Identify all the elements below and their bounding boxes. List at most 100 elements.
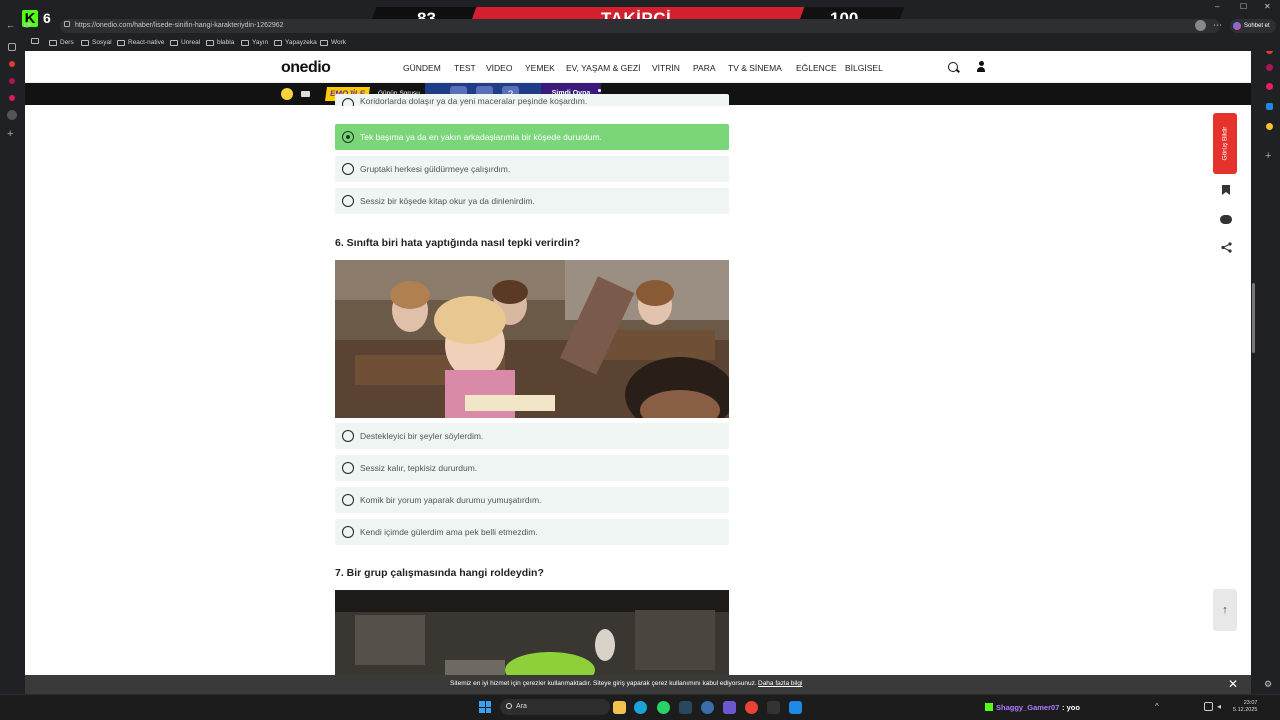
folder-icon xyxy=(170,40,178,46)
radio-icon xyxy=(342,430,354,442)
folder-icon xyxy=(206,40,214,46)
nav-item[interactable]: YEMEK xyxy=(525,63,555,73)
bookmark-folder[interactable]: Yapayzeka xyxy=(274,37,317,49)
kick-count: 6 xyxy=(43,10,51,26)
windows-start-icon[interactable] xyxy=(479,701,491,713)
nav-item[interactable]: GÜNDEM xyxy=(403,63,441,73)
nav-item[interactable]: TV & SİNEMA xyxy=(728,63,782,73)
nav-item[interactable]: VİTRİN xyxy=(652,63,680,73)
close-icon[interactable]: ✕ xyxy=(1228,676,1238,692)
radio-icon xyxy=(342,163,354,175)
cookie-text: Sitemiz en iyi hizmet için çerezler kull… xyxy=(450,680,757,687)
sidebar-app-icon[interactable] xyxy=(9,95,15,101)
kick-chat-icon xyxy=(985,703,993,711)
maximize-icon[interactable]: ☐ xyxy=(1240,2,1247,11)
ext-icon[interactable] xyxy=(1266,103,1273,110)
profile-avatar[interactable] xyxy=(1195,20,1206,31)
quiz-option[interactable]: Destekleyici bir şeyler söylerdim. xyxy=(335,423,729,449)
bookmark-folder[interactable]: blabla xyxy=(206,37,234,49)
folder-icon xyxy=(81,40,89,46)
bookmarks-menu-icon[interactable] xyxy=(31,38,39,44)
cookie-more-link[interactable]: Daha fazla bilgi xyxy=(758,678,802,690)
url-text[interactable]: https://onedio.com/haber/lisede-sinifin-… xyxy=(75,20,284,32)
sidebar-whatsapp-icon[interactable] xyxy=(7,110,17,120)
question-image xyxy=(335,260,729,418)
bookmark-folder[interactable]: Yayın xyxy=(241,37,268,49)
bookmark-folder[interactable]: Ders xyxy=(49,37,74,49)
scrollbar-thumb[interactable] xyxy=(1252,283,1255,353)
quiz-option[interactable]: Kendi içimde gülerdim ama pek belli etme… xyxy=(335,519,729,545)
game-icon xyxy=(301,91,310,97)
question-image xyxy=(335,590,729,675)
arrow-up-icon: ↑ xyxy=(1222,604,1228,616)
chat-message: : yoo xyxy=(1062,703,1080,712)
question-title: 7. Bir grup çalışmasında hangi roldeydin… xyxy=(335,567,544,579)
folder-icon xyxy=(49,40,57,46)
feedback-button[interactable]: Görüş Bildir xyxy=(1213,113,1237,174)
back-icon[interactable]: ← xyxy=(6,19,15,31)
bookmark-folder[interactable]: React-native xyxy=(117,37,165,49)
chat-button[interactable]: Sohbet et xyxy=(1230,19,1276,33)
radio-selected-icon xyxy=(342,131,354,143)
chrome-icon[interactable] xyxy=(745,701,758,714)
taskbar-search-label: Ara xyxy=(516,703,527,710)
menu-icon[interactable]: ⋯ xyxy=(1213,19,1222,31)
ext-icon[interactable] xyxy=(1266,123,1273,130)
search-icon xyxy=(506,703,512,709)
quiz-option[interactable]: Komik bir yorum yaparak durumu yumuşatır… xyxy=(335,487,729,513)
scroll-to-top-button[interactable]: ↑ xyxy=(1213,589,1237,631)
reload-icon[interactable]: ⟳ xyxy=(24,19,32,31)
nav-item[interactable]: EV, YAŞAM & GEZİ xyxy=(566,63,640,73)
radio-icon xyxy=(342,462,354,474)
ext-icon[interactable] xyxy=(1266,83,1273,90)
radio-icon xyxy=(342,526,354,538)
site-logo[interactable]: onedio xyxy=(281,59,331,77)
user-icon[interactable] xyxy=(977,61,985,73)
ext-icon[interactable] xyxy=(1266,64,1273,71)
browser-right-sidebar: + xyxy=(1251,35,1280,675)
nav-item[interactable]: PARA xyxy=(693,63,716,73)
nav-item[interactable]: EĞLENCE xyxy=(796,63,837,73)
strip-dot-icon xyxy=(598,89,601,92)
emoji-icon xyxy=(281,88,293,100)
sidebar-dot-icon[interactable] xyxy=(8,43,16,51)
app-icon[interactable] xyxy=(701,701,714,714)
share-icon[interactable] xyxy=(1215,236,1237,258)
sidebar-app-icon[interactable] xyxy=(9,61,15,67)
edge-icon[interactable] xyxy=(634,701,647,714)
quiz-option[interactable]: Koridorlarda dolaşır ya da yeni macerala… xyxy=(335,94,729,106)
sidebar-add-icon[interactable]: + xyxy=(7,129,13,140)
wifi-icon[interactable] xyxy=(1204,702,1213,711)
radio-icon xyxy=(342,494,354,506)
chat-username: Shaggy_Gamer07 xyxy=(996,703,1060,712)
radio-icon xyxy=(342,98,354,106)
bookmark-folder[interactable]: Unreal xyxy=(170,37,200,49)
quiz-option[interactable]: Sessiz bir köşede kitap okur ya da dinle… xyxy=(335,188,729,214)
quiz-option[interactable]: Sessiz kalır, tepkisiz dururdum. xyxy=(335,455,729,481)
close-window-icon[interactable]: ✕ xyxy=(1264,2,1271,11)
volume-icon[interactable]: ◂ xyxy=(1217,702,1221,712)
file-explorer-icon[interactable] xyxy=(613,701,626,714)
nav-item[interactable]: VİDEO xyxy=(486,63,512,73)
add-icon[interactable]: + xyxy=(1265,151,1271,162)
steam-icon[interactable] xyxy=(679,701,692,714)
discord-icon[interactable] xyxy=(723,701,736,714)
settings-icon[interactable]: ⚙ xyxy=(1264,679,1272,689)
browser-sidebar: + xyxy=(0,35,25,675)
nav-item[interactable]: TEST xyxy=(454,63,476,73)
quiz-option[interactable]: Gruptaki herkesi güldürmeye çalışırdım. xyxy=(335,156,729,182)
comments-icon[interactable] xyxy=(1215,208,1237,230)
vscode-icon[interactable] xyxy=(789,701,802,714)
quiz-option-selected[interactable]: Tek başıma ya da en yakın arkadaşlarımla… xyxy=(335,124,729,150)
sidebar-app-icon[interactable] xyxy=(9,78,15,84)
clock[interactable]: 23:07 5.12.2025 xyxy=(1233,700,1257,714)
folder-icon xyxy=(274,40,282,46)
whatsapp-icon[interactable] xyxy=(657,701,670,714)
bookmark-folder[interactable]: Work xyxy=(320,37,346,49)
bookmark-folder[interactable]: Sosyal xyxy=(81,37,112,49)
minimize-icon[interactable]: – xyxy=(1215,2,1219,11)
nav-item[interactable]: BİLGİSEL xyxy=(845,63,883,73)
bookmark-icon[interactable] xyxy=(1215,179,1237,201)
tray-chevron-icon[interactable]: ^ xyxy=(1155,702,1159,712)
terminal-icon[interactable] xyxy=(767,701,780,714)
